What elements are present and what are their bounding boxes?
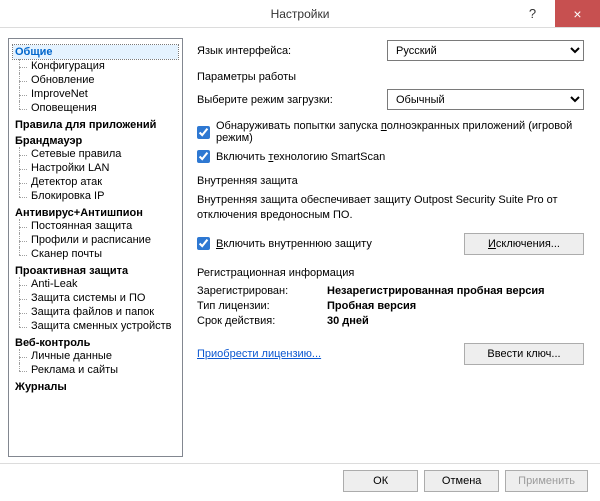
cancel-button[interactable]: Отмена <box>424 470 499 492</box>
checkbox-smartscan-label: Включить технологию SmartScan <box>216 151 385 163</box>
tree-antivirus[interactable]: Антивирус+Антишпион <box>13 207 178 219</box>
reg-term-label: Срок действия: <box>197 315 327 327</box>
main-panel: Язык интерфейса: Русский Параметры работ… <box>183 32 600 463</box>
lang-label: Язык интерфейса: <box>197 45 387 57</box>
checkbox-smartscan[interactable] <box>197 150 210 163</box>
tree-item-ads[interactable]: Реклама и сайты <box>19 363 178 377</box>
inner-protection-text: Внутренняя защита обеспечивает защиту Ou… <box>197 193 584 223</box>
titlebar: Настройки ? × <box>0 0 600 28</box>
tree-item-profiles[interactable]: Профили и расписание <box>19 233 178 247</box>
content-area: Общие Конфигурация Обновление ImproveNet… <box>0 28 600 463</box>
reg-license-value: Пробная версия <box>327 300 416 312</box>
reg-registered-label: Зарегистрирован: <box>197 285 327 297</box>
tree-proactive[interactable]: Проактивная защита <box>13 265 178 277</box>
titlebar-buttons: ? × <box>510 0 600 27</box>
enter-key-button[interactable]: Ввести ключ... <box>464 343 584 365</box>
mode-label: Выберите режим загрузки: <box>197 94 387 106</box>
tree-general[interactable]: Общие <box>13 45 178 59</box>
reg-title: Регистрационная информация <box>197 267 584 279</box>
checkbox-fullscreen-label: Обнаруживать попытки запуска полноэкранн… <box>216 120 584 144</box>
checkbox-inner-protection-label: Включить внутреннюю защиту <box>216 238 372 250</box>
tree-item-config[interactable]: Конфигурация <box>19 59 178 73</box>
help-button[interactable]: ? <box>510 0 555 27</box>
reg-license-label: Тип лицензии: <box>197 300 327 312</box>
lang-select[interactable]: Русский <box>387 40 584 61</box>
checkbox-inner-protection[interactable] <box>197 237 210 250</box>
params-label: Параметры работы <box>197 71 584 83</box>
ok-button[interactable]: ОК <box>343 470 418 492</box>
tree-item-ipblock[interactable]: Блокировка IP <box>19 189 178 203</box>
checkbox-fullscreen[interactable] <box>197 126 210 139</box>
tree-webcontrol[interactable]: Веб-контроль <box>13 337 178 349</box>
tree-item-personal[interactable]: Личные данные <box>19 349 178 363</box>
nav-tree[interactable]: Общие Конфигурация Обновление ImproveNet… <box>8 38 183 457</box>
tree-rules[interactable]: Правила для приложений <box>13 119 178 131</box>
buy-license-link[interactable]: Приобрести лицензию... <box>197 348 321 360</box>
tree-item-update[interactable]: Обновление <box>19 73 178 87</box>
reg-term-value: 30 дней <box>327 315 369 327</box>
tree-item-notifications[interactable]: Оповещения <box>19 101 178 115</box>
tree-firewall[interactable]: Брандмауэр <box>13 135 178 147</box>
mode-select[interactable]: Обычный <box>387 89 584 110</box>
reg-registered-value: Незарегистрированная пробная версия <box>327 285 545 297</box>
tree-item-removable[interactable]: Защита сменных устройств <box>19 319 178 333</box>
tree-item-attack[interactable]: Детектор атак <box>19 175 178 189</box>
tree-item-lan[interactable]: Настройки LAN <box>19 161 178 175</box>
tree-item-fileprot[interactable]: Защита файлов и папок <box>19 305 178 319</box>
tree-item-mailscan[interactable]: Сканер почты <box>19 247 178 261</box>
exclusions-button[interactable]: Исключения... <box>464 233 584 255</box>
tree-item-improvenet[interactable]: ImproveNet <box>19 87 178 101</box>
tree-item-netrules[interactable]: Сетевые правила <box>19 147 178 161</box>
tree-item-sysprot[interactable]: Защита системы и ПО <box>19 291 178 305</box>
apply-button[interactable]: Применить <box>505 470 588 492</box>
tree-item-antileak[interactable]: Anti-Leak <box>19 277 178 291</box>
window-title: Настройки <box>271 7 330 21</box>
tree-item-realtime[interactable]: Постоянная защита <box>19 219 178 233</box>
button-bar: ОК Отмена Применить <box>0 463 600 497</box>
close-button[interactable]: × <box>555 0 600 27</box>
inner-protection-title: Внутренняя защита <box>197 175 584 187</box>
tree-logs[interactable]: Журналы <box>13 381 178 393</box>
